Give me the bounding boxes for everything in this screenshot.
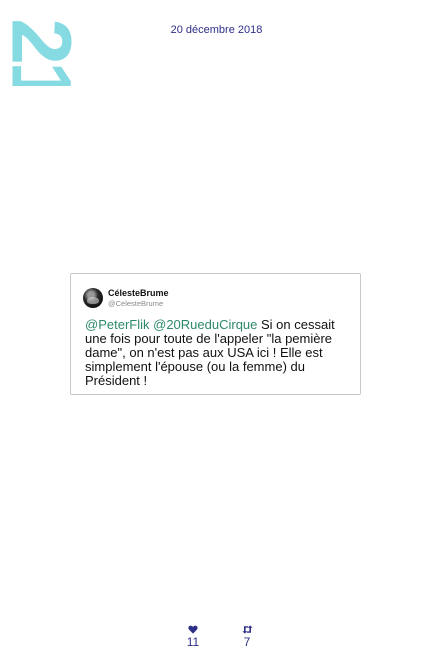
avatar[interactable]	[83, 288, 103, 308]
tweet-author: CélesteBrume @CelesteBrume	[108, 288, 169, 308]
tweet-text: @PeterFlik @20RueduCirque Si on cessait …	[85, 318, 350, 388]
mention-link[interactable]: @PeterFlik	[85, 317, 150, 332]
mention-link[interactable]: @20RueduCirque	[153, 317, 257, 332]
author-display-name[interactable]: CélesteBrume	[108, 288, 169, 299]
likes-stat[interactable]: 11	[178, 624, 208, 649]
likes-count: 11	[186, 635, 200, 649]
retweets-stat[interactable]: 7	[232, 624, 262, 649]
retweet-icon	[232, 624, 262, 635]
page-number-decoration: 21	[7, 8, 74, 86]
page-date: 20 décembre 2018	[170, 24, 263, 36]
tweet-card: CélesteBrume @CelesteBrume @PeterFlik @2…	[70, 273, 361, 395]
heart-icon	[178, 624, 208, 635]
retweets-count: 7	[243, 635, 251, 649]
author-handle[interactable]: @CelesteBrume	[108, 299, 169, 308]
tweet-stats: 11 7	[0, 624, 433, 654]
